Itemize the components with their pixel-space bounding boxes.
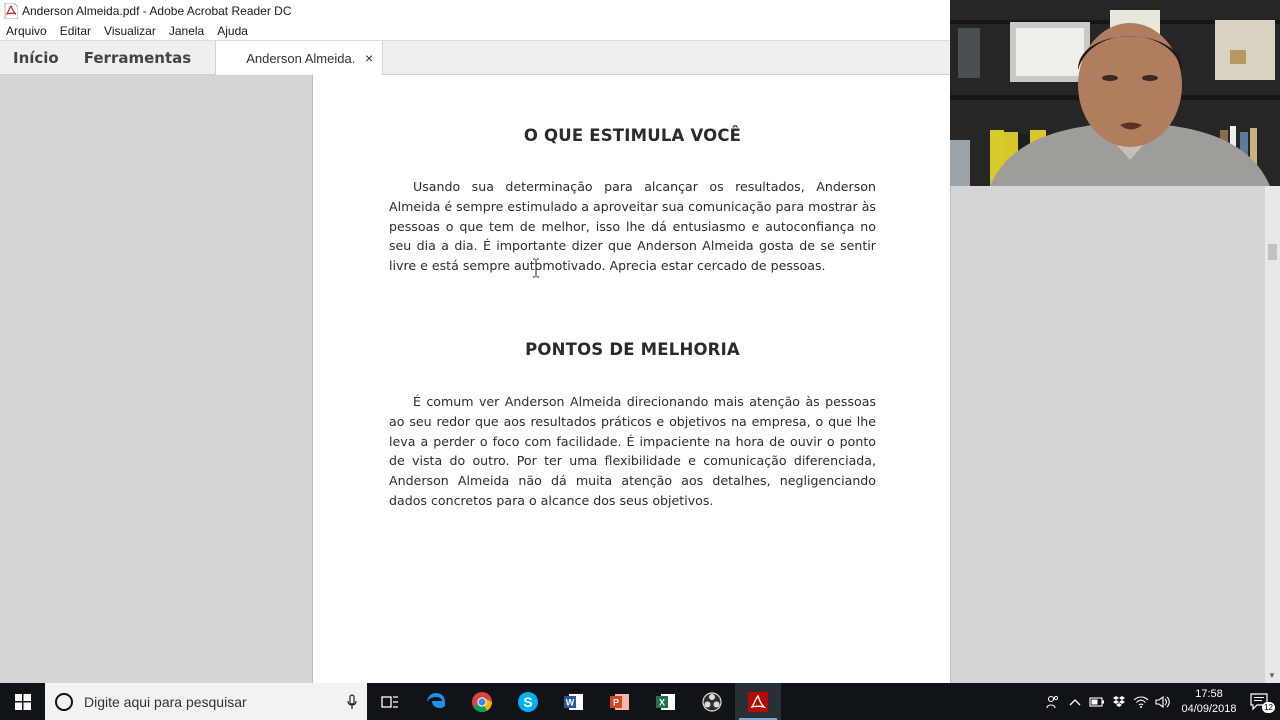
- clock-time: 17:58: [1195, 687, 1223, 700]
- tab-document-label: Anderson Almeida.: [246, 50, 356, 66]
- menu-janela[interactable]: Janela: [169, 24, 204, 38]
- action-center-icon[interactable]: 12: [1240, 692, 1280, 713]
- section-text-melhoria: É comum ver Anderson Almeida direcionand…: [389, 394, 876, 508]
- task-view-icon[interactable]: [367, 683, 413, 720]
- powerpoint-icon[interactable]: P: [597, 683, 643, 720]
- dropbox-icon[interactable]: [1108, 695, 1130, 708]
- edge-icon[interactable]: [413, 683, 459, 720]
- svg-text:X: X: [659, 697, 665, 707]
- chrome-icon[interactable]: [459, 683, 505, 720]
- obs-icon[interactable]: [689, 683, 735, 720]
- battery-icon[interactable]: [1086, 696, 1108, 707]
- section-title-melhoria: PONTOS DE MELHORIA: [525, 340, 740, 359]
- webcam-video-image: [950, 0, 1280, 186]
- tab-document[interactable]: Anderson Almeida. ×: [215, 41, 384, 75]
- section-title-estimula: O QUE ESTIMULA VOCÊ: [523, 126, 742, 145]
- skype-icon[interactable]: S: [505, 683, 551, 720]
- start-button[interactable]: [0, 683, 45, 720]
- acrobat-icon: [4, 3, 18, 19]
- svg-text:P: P: [613, 697, 619, 707]
- taskbar-clock[interactable]: 17:58 04/09/2018: [1178, 687, 1240, 717]
- vertical-scrollbar[interactable]: ▼: [1265, 186, 1280, 683]
- tab-home[interactable]: Início: [0, 41, 72, 74]
- notification-count: 12: [1262, 701, 1275, 713]
- menu-arquivo[interactable]: Arquivo: [6, 24, 47, 38]
- section-text-estimula: Usando sua determinação para alcançar os…: [389, 179, 876, 274]
- scroll-down-icon[interactable]: ▼: [1268, 671, 1276, 680]
- windows-taskbar: Digite aqui para pesquisar S W P X 17:58…: [0, 683, 1280, 720]
- acrobat-taskbar-icon[interactable]: [735, 683, 781, 720]
- pdf-page: O QUE ESTIMULA VOCÊ Usando sua determina…: [312, 75, 951, 683]
- menu-ajuda[interactable]: Ajuda: [217, 24, 248, 38]
- svg-text:W: W: [566, 697, 575, 707]
- microphone-icon[interactable]: [337, 693, 367, 710]
- webcam-overlay: [950, 0, 1280, 186]
- text-cursor-icon: [533, 258, 539, 278]
- cortana-icon: [55, 692, 73, 711]
- window-title: Anderson Almeida.pdf - Adobe Acrobat Rea…: [22, 4, 292, 18]
- chevron-up-icon[interactable]: [1064, 698, 1086, 706]
- taskbar-search[interactable]: Digite aqui para pesquisar: [45, 683, 367, 720]
- menu-bar: Arquivo Editar Visualizar Janela Ajuda: [0, 22, 950, 40]
- menu-visualizar[interactable]: Visualizar: [104, 24, 156, 38]
- system-tray: 17:58 04/09/2018 12: [1042, 683, 1280, 720]
- wifi-icon[interactable]: [1130, 695, 1152, 708]
- tab-bar: Início Ferramentas Anderson Almeida. ×: [0, 40, 950, 75]
- word-icon[interactable]: W: [551, 683, 597, 720]
- volume-icon[interactable]: [1152, 695, 1174, 708]
- excel-icon[interactable]: X: [643, 683, 689, 720]
- clock-date: 04/09/2018: [1181, 702, 1237, 715]
- svg-text:S: S: [523, 694, 532, 710]
- search-placeholder: Digite aqui para pesquisar: [84, 693, 247, 710]
- close-tab-icon[interactable]: ×: [365, 50, 373, 66]
- tab-tools[interactable]: Ferramentas: [72, 41, 203, 74]
- menu-editar[interactable]: Editar: [60, 24, 91, 38]
- windows-logo-icon: [14, 693, 31, 710]
- title-bar: Anderson Almeida.pdf - Adobe Acrobat Rea…: [0, 0, 950, 22]
- people-icon[interactable]: [1042, 695, 1064, 709]
- scrollbar-thumb[interactable]: [1268, 244, 1277, 260]
